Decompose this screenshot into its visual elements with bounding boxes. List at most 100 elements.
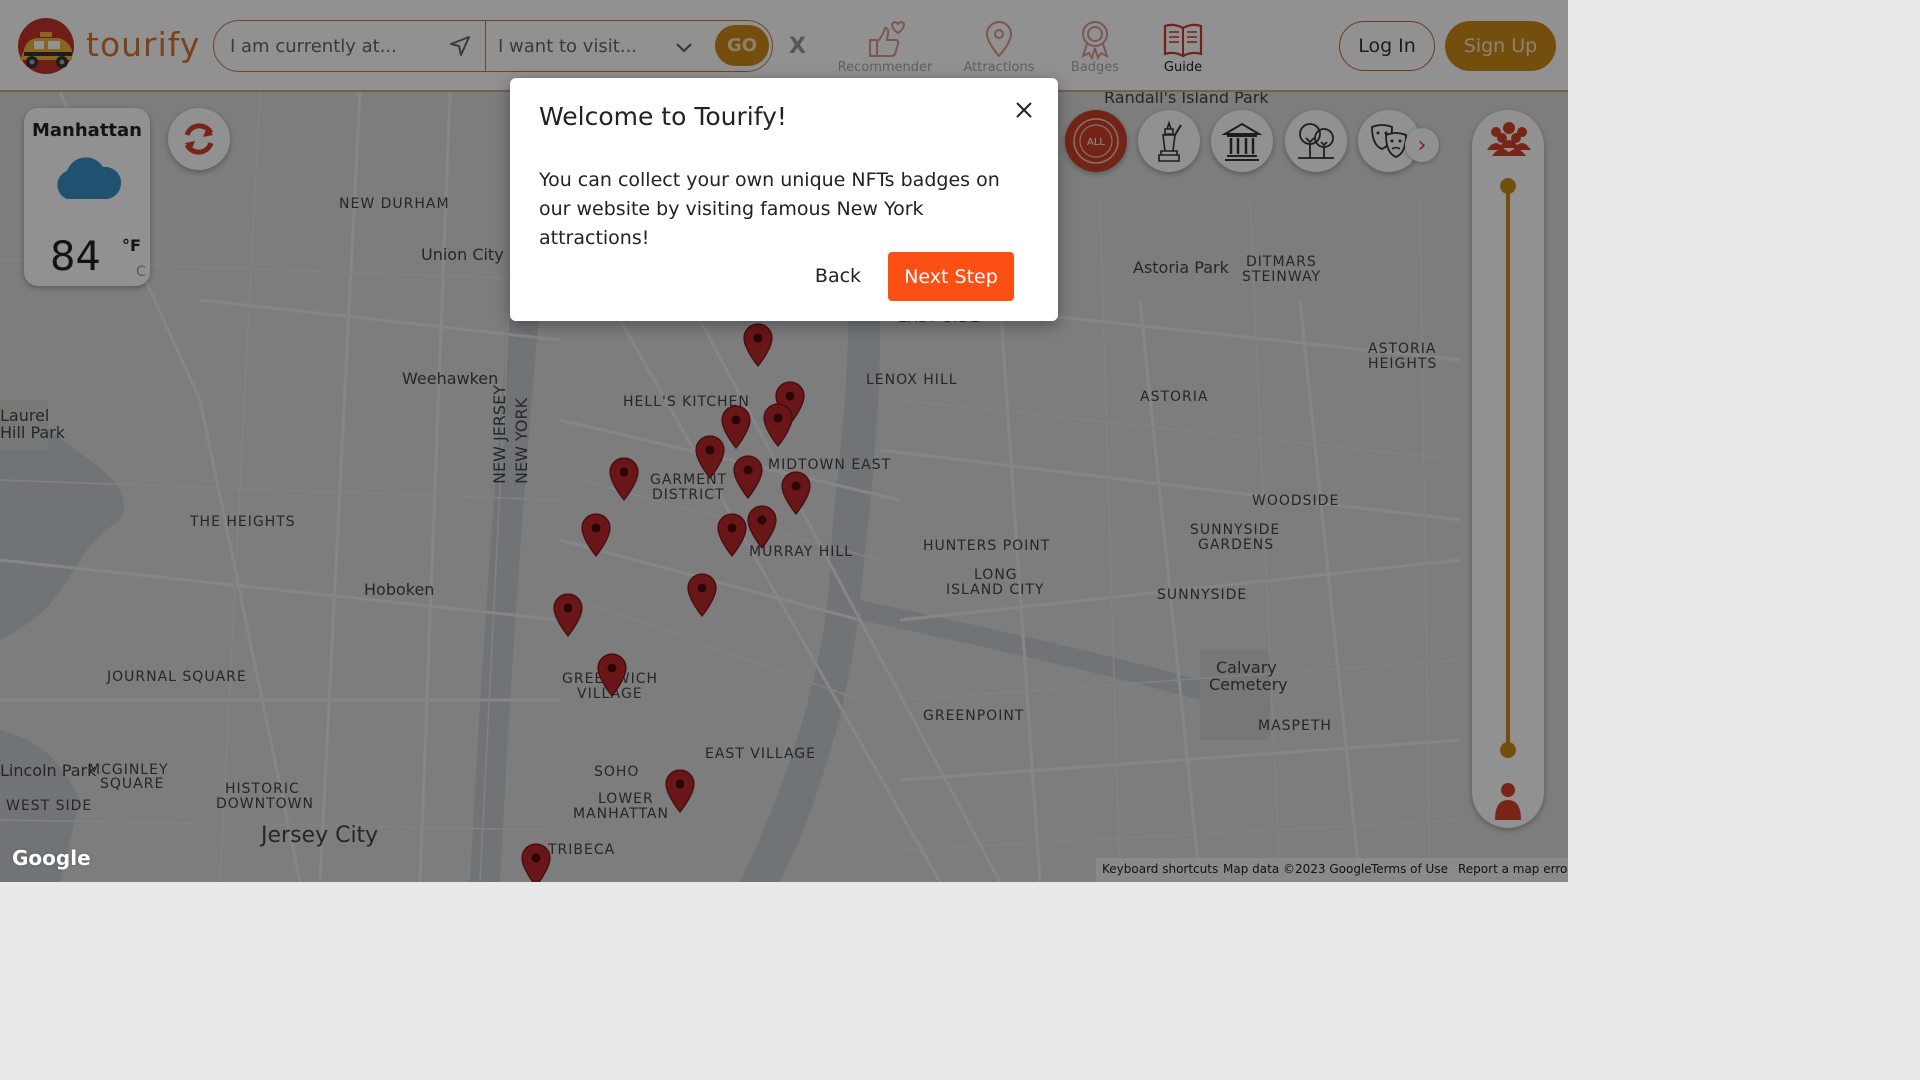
category-statue-button[interactable] bbox=[1138, 110, 1200, 172]
map-label: LONG bbox=[974, 567, 1018, 583]
map-label: SUNNYSIDE bbox=[1157, 587, 1248, 603]
map-label: THE HEIGHTS bbox=[190, 514, 296, 530]
attraction-map-pin[interactable] bbox=[520, 842, 552, 882]
weather-card: Manhattan 84 °F C bbox=[24, 108, 150, 286]
attraction-map-pin[interactable] bbox=[552, 592, 584, 638]
crowd-slider-track[interactable] bbox=[1506, 186, 1510, 752]
weather-unit-c[interactable]: C bbox=[136, 264, 146, 280]
logo[interactable]: tourify bbox=[14, 14, 200, 74]
museum-icon bbox=[1221, 122, 1263, 161]
place-label: Hoboken bbox=[364, 580, 435, 599]
category-museum-button[interactable] bbox=[1211, 110, 1273, 172]
map-label: MANHATTAN bbox=[573, 806, 669, 822]
location-arrow-icon[interactable] bbox=[449, 35, 471, 61]
modal-title: Welcome to Tourify! bbox=[539, 102, 787, 131]
map-label: LENOX HILL bbox=[866, 372, 958, 388]
map-label: EAST VILLAGE bbox=[705, 746, 816, 762]
attraction-map-pin[interactable] bbox=[694, 434, 726, 480]
attraction-map-pin[interactable] bbox=[596, 652, 628, 698]
place-label: Hill Park bbox=[0, 423, 66, 442]
keyboard-shortcuts-link[interactable]: Keyboard shortcuts bbox=[1102, 862, 1218, 876]
welcome-modal: Welcome to Tourify! You can collect your… bbox=[510, 78, 1058, 321]
close-icon bbox=[1016, 102, 1032, 118]
terms-link[interactable]: Terms of Use bbox=[1371, 862, 1448, 876]
nav-recommender-label: Recommender bbox=[837, 60, 933, 75]
signup-button[interactable]: Sign Up bbox=[1445, 21, 1556, 71]
weather-temperature: 84 bbox=[50, 234, 101, 280]
google-logo[interactable]: Google bbox=[12, 846, 91, 870]
map-label: DOWNTOWN bbox=[216, 796, 315, 812]
attraction-map-pin[interactable] bbox=[686, 572, 718, 618]
cloud-icon bbox=[24, 155, 150, 205]
clear-search-button[interactable]: X bbox=[789, 34, 806, 59]
map-label: GARDENS bbox=[1198, 537, 1275, 553]
crowd-slider-panel bbox=[1472, 110, 1544, 828]
go-button[interactable]: GO bbox=[715, 25, 769, 66]
map-label: NEW YORK bbox=[512, 397, 531, 484]
attraction-map-pin[interactable] bbox=[608, 456, 640, 502]
map-label: NEW DURHAM bbox=[339, 196, 450, 212]
crowd-slider-min-handle[interactable] bbox=[1500, 742, 1516, 758]
map-label: HEIGHTS bbox=[1368, 356, 1438, 372]
current-location-input[interactable] bbox=[230, 35, 430, 57]
person-icon bbox=[1492, 780, 1524, 828]
app-root: tourify GO X Recommender bbox=[0, 0, 1568, 882]
map-label: JOURNAL SQUARE bbox=[107, 669, 247, 685]
nav-attractions-label: Attractions bbox=[963, 60, 1035, 75]
attraction-map-pin[interactable] bbox=[780, 470, 812, 516]
attraction-map-pin[interactable] bbox=[762, 402, 794, 448]
place-label: Lincoln Park bbox=[0, 761, 97, 780]
taxi-logo-icon bbox=[14, 14, 78, 74]
back-button[interactable]: Back bbox=[805, 252, 871, 300]
refresh-button[interactable] bbox=[168, 108, 230, 170]
destination-input[interactable] bbox=[498, 35, 698, 57]
map-label: MASPETH bbox=[1258, 718, 1332, 734]
attraction-map-pin[interactable] bbox=[742, 322, 774, 368]
map-label: SOHO bbox=[594, 764, 640, 780]
award-badge-icon bbox=[1045, 18, 1145, 60]
map-label: NEW JERSEY bbox=[490, 385, 509, 484]
category-next-button[interactable]: › bbox=[1405, 128, 1439, 162]
map-label: ASTORIA bbox=[1140, 389, 1209, 405]
modal-close-button[interactable] bbox=[1010, 96, 1038, 124]
attraction-map-pin[interactable] bbox=[746, 504, 778, 550]
nav-badges[interactable]: Badges bbox=[1045, 18, 1145, 75]
map-label: LOWER bbox=[598, 791, 654, 807]
attraction-map-pin[interactable] bbox=[580, 512, 612, 558]
attraction-map-pin[interactable] bbox=[732, 454, 764, 500]
all-badge-icon: ALL bbox=[1073, 118, 1119, 164]
chevron-right-icon: › bbox=[1417, 132, 1427, 158]
attraction-map-pin[interactable] bbox=[716, 512, 748, 558]
category-all-button[interactable]: ALL bbox=[1065, 110, 1127, 172]
logo-text: tourify bbox=[86, 24, 201, 64]
map-label: GREENPOINT bbox=[923, 708, 1025, 724]
nav-guide-label: Guide bbox=[1163, 60, 1203, 75]
place-label: Cemetery bbox=[1209, 675, 1288, 694]
attraction-map-pin[interactable] bbox=[664, 768, 696, 814]
nav-attractions[interactable]: Attractions bbox=[949, 18, 1049, 75]
map-label: ASTORIA bbox=[1368, 341, 1437, 357]
crowd-slider-max-handle[interactable] bbox=[1500, 178, 1516, 194]
login-button[interactable]: Log In bbox=[1339, 21, 1435, 71]
map-label: WEST SIDE bbox=[6, 798, 93, 814]
thumbs-up-heart-icon bbox=[835, 18, 935, 60]
place-label: Jersey City bbox=[261, 823, 379, 848]
map-label: STEINWAY bbox=[1242, 269, 1322, 285]
from-field-wrap bbox=[214, 21, 486, 71]
weather-unit-f[interactable]: °F bbox=[122, 236, 141, 255]
open-book-icon bbox=[1133, 18, 1233, 60]
place-label: Weehawken bbox=[402, 369, 499, 388]
modal-body-text: You can collect your own unique NFTs bad… bbox=[539, 169, 1000, 249]
map-label: HUNTERS POINT bbox=[923, 538, 1051, 554]
statue-of-liberty-icon bbox=[1158, 120, 1182, 162]
park-trees-icon bbox=[1298, 123, 1334, 159]
chevron-down-icon[interactable] bbox=[674, 37, 694, 61]
category-park-button[interactable] bbox=[1285, 110, 1347, 172]
place-label: Astoria Park bbox=[1133, 258, 1229, 277]
map-label: ISLAND CITY bbox=[946, 582, 1045, 598]
report-error-link[interactable]: Report a map error bbox=[1458, 862, 1568, 876]
nav-recommender[interactable]: Recommender bbox=[835, 18, 935, 75]
map-pin-icon bbox=[949, 18, 1049, 60]
next-step-button[interactable]: Next Step bbox=[888, 252, 1014, 301]
nav-guide[interactable]: Guide bbox=[1133, 18, 1233, 75]
